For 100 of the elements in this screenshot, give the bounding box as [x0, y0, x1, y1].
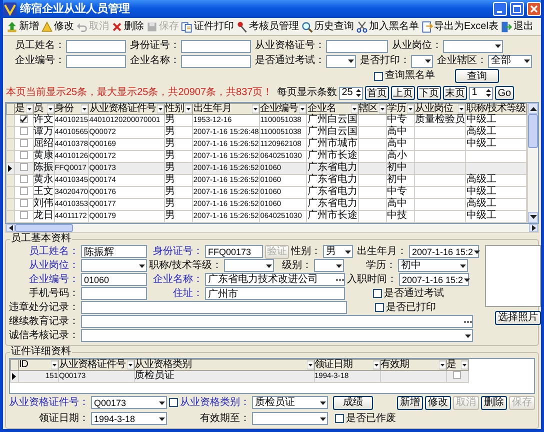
text-field[interactable]: 01060	[81, 273, 147, 286]
column-header[interactable]: 有效期	[380, 359, 446, 370]
column-header[interactable]: 身份	[54, 104, 89, 114]
column-header[interactable]: 从业资格类别	[134, 359, 314, 370]
field-label: 级别：	[282, 260, 312, 272]
dropdown[interactable]: 2007-1-16 15:2	[409, 245, 479, 258]
field-label: 性别：	[291, 246, 321, 258]
record-button[interactable]: 删除	[481, 396, 507, 410]
table-cell	[414, 210, 466, 222]
page-summary: 本页当前显示25条，最大显示25条，共20907条，共837页！	[6, 87, 273, 99]
checkbox[interactable]	[169, 398, 178, 407]
column-header[interactable]: 从业资格证件号	[58, 359, 134, 370]
record-button[interactable]: 修改	[425, 396, 451, 410]
page-button[interactable]: 末页	[442, 86, 467, 100]
dropdown[interactable]: 男	[323, 245, 353, 258]
column-header[interactable]: 员	[33, 104, 54, 114]
column-header[interactable]: 学历	[386, 104, 415, 114]
scroll-up-button[interactable]	[528, 103, 538, 114]
table-cell	[358, 174, 386, 186]
checkbox[interactable]: 是否已打印	[375, 302, 436, 314]
column-header[interactable]: 企业编号	[260, 104, 307, 114]
dropdown[interactable]	[411, 54, 433, 68]
row-header[interactable]	[6, 162, 14, 174]
page-number-spinner[interactable]: 1	[468, 86, 493, 100]
close-button[interactable]	[527, 2, 541, 16]
column-header[interactable]: 职称/技术等级	[466, 104, 526, 114]
table-cell	[466, 162, 526, 174]
toolbar-button[interactable]: 退出	[499, 20, 534, 32]
maximize-icon	[513, 5, 521, 13]
select-photo-button[interactable]: 选择照片	[495, 310, 541, 324]
row-header[interactable]	[10, 370, 18, 382]
checkbox[interactable]: 是否通过考试	[373, 288, 444, 300]
toolbar-button[interactable]: 删除	[110, 20, 145, 32]
dropdown[interactable]	[314, 259, 344, 272]
field-label: 从业岗位：	[392, 40, 442, 52]
field-label: 身份证号：	[130, 40, 180, 52]
text-field[interactable]	[81, 315, 473, 328]
page-button[interactable]: 首页	[364, 86, 389, 100]
field-label: 继续教育记录：	[9, 316, 79, 328]
text-field[interactable]	[181, 40, 251, 52]
score-button[interactable]: 成绩	[333, 396, 373, 410]
dropdown[interactable]: 1994-3-18	[91, 412, 167, 425]
column-header[interactable]: 是	[14, 104, 34, 114]
page-button[interactable]: 下页	[416, 86, 441, 100]
toolbar-button[interactable]: 修改	[40, 20, 75, 32]
go-button[interactable]: Go	[494, 86, 514, 100]
column-header[interactable]: 辖区	[358, 104, 386, 114]
text-field[interactable]: 广东省电力技术改进公司	[205, 273, 345, 286]
column-header[interactable]: 企业名	[306, 104, 358, 114]
toolbar-button[interactable]: 历史查询	[300, 20, 355, 32]
table-cell	[358, 138, 386, 150]
column-header[interactable]: 从业岗位	[414, 104, 466, 114]
text-field[interactable]: 广州市	[205, 287, 345, 300]
dropdown[interactable]	[326, 54, 356, 68]
column-header[interactable]: 从业资格证件号	[88, 104, 165, 114]
column-header[interactable]: 出生年月	[192, 104, 260, 114]
text-field[interactable]	[66, 40, 126, 52]
text-field[interactable]	[326, 40, 388, 52]
dropdown[interactable]: 全部	[488, 54, 532, 68]
text-field[interactable]	[81, 301, 347, 314]
toolbar-button[interactable]: 导出为Excel表	[420, 20, 500, 32]
toolbar-button[interactable]: 新增	[5, 20, 40, 32]
dropdown[interactable]: Q00173	[91, 396, 167, 409]
column-header[interactable]: 性别	[164, 104, 193, 114]
field-label: 领证日期：	[38, 412, 89, 424]
field-label: 违章处分记录：	[9, 302, 79, 314]
checkbox[interactable]: 查询黑名单	[374, 70, 435, 82]
query-button[interactable]: 查询	[455, 69, 499, 83]
text-field[interactable]	[181, 54, 251, 68]
scroll-down-button[interactable]	[528, 212, 538, 222]
column-header[interactable]: ID	[18, 359, 58, 370]
table-cell: 男	[164, 114, 193, 126]
column-header[interactable]: 领证日期	[314, 359, 380, 370]
table-cell: 广州白云国	[306, 114, 358, 126]
scroll-thumb[interactable]	[528, 114, 538, 148]
maximize-button[interactable]	[510, 2, 524, 16]
text-field[interactable]	[81, 287, 147, 300]
checkbox[interactable]	[20, 115, 28, 123]
page-size-spinner[interactable]: 25	[338, 86, 363, 100]
table-cell: 中级工	[466, 138, 526, 150]
toolbar-button[interactable]: 加入黑名单	[355, 20, 420, 32]
page-button[interactable]: 上页	[390, 86, 415, 100]
dropdown[interactable]: 2007-1-16 15:2	[399, 273, 469, 286]
text-field[interactable]: 陈振辉	[81, 245, 147, 258]
table-cell: 中级工	[466, 210, 526, 222]
checkbox[interactable]: 是否已作废	[335, 412, 396, 424]
table-cell	[414, 174, 466, 186]
record-button[interactable]: 新增	[397, 396, 423, 410]
field-label: 企业名称：	[130, 55, 180, 67]
field-label: 从业资格类别：	[180, 396, 250, 408]
text-field[interactable]: FFQ00173	[205, 245, 263, 258]
minimize-button[interactable]	[493, 2, 507, 16]
dropdown[interactable]: 质检员证	[252, 396, 328, 409]
column-header[interactable]: 是	[446, 359, 468, 370]
toolbar-button[interactable]: 证件打印	[180, 20, 235, 32]
vertical-scrollbar[interactable]	[527, 103, 538, 222]
text-field[interactable]	[66, 54, 126, 68]
table-cell: 刘伟	[33, 198, 54, 210]
toolbar-button[interactable]: 考核员管理	[235, 20, 300, 32]
dropdown[interactable]: 初中	[398, 259, 468, 272]
